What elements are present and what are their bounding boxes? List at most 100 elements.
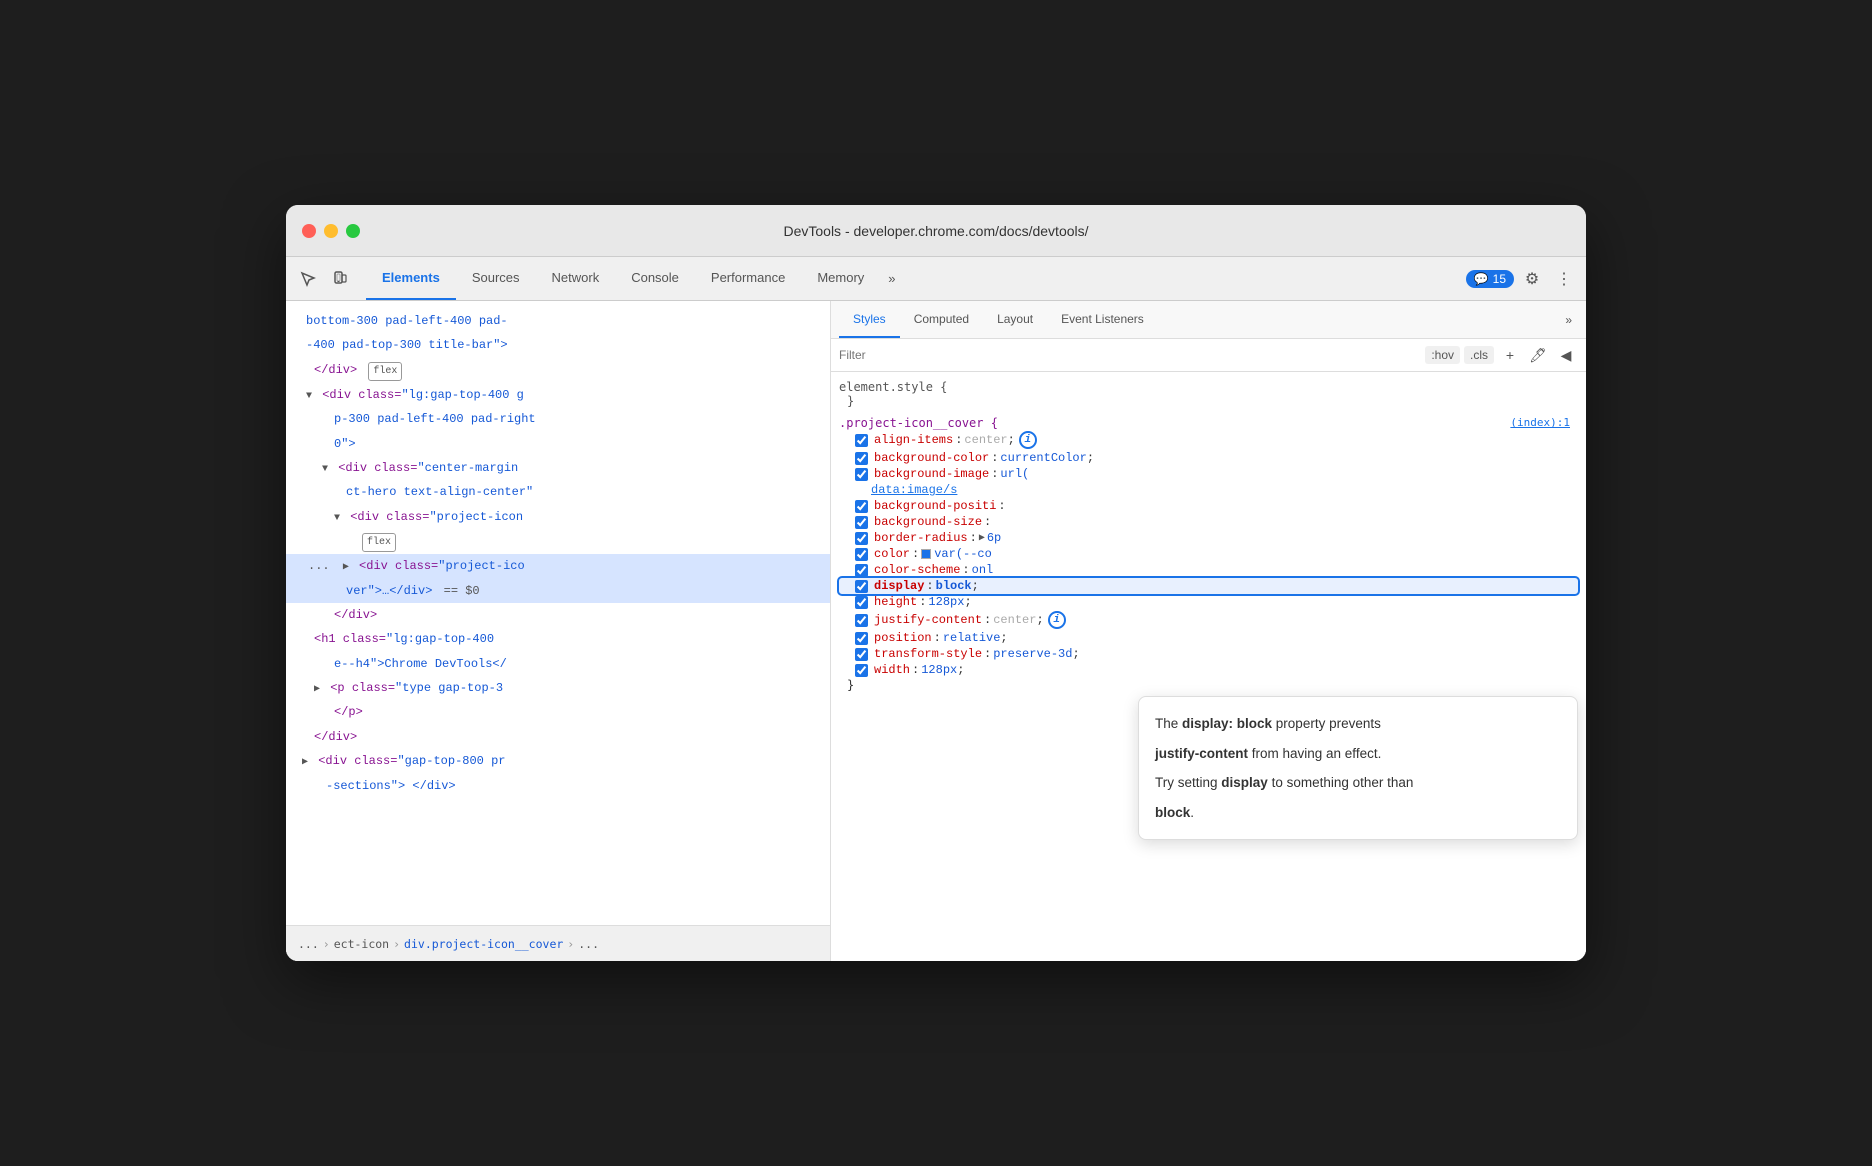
dom-line[interactable]: -sections"> </div> — [286, 774, 830, 798]
close-button[interactable] — [302, 224, 316, 238]
css-prop-position: position : relative ; — [839, 630, 1578, 646]
prop-checkbox-bg-image[interactable] — [855, 468, 868, 481]
info-icon-align-items[interactable]: i — [1019, 431, 1037, 449]
element-picker-icon[interactable] — [294, 265, 322, 293]
minimize-button[interactable] — [324, 224, 338, 238]
prop-checkbox-justify-content[interactable] — [855, 614, 868, 627]
css-prop-background-image: background-image : url( — [839, 466, 1578, 482]
devtools-main: bottom-300 pad-left-400 pad- -400 pad-to… — [286, 301, 1586, 961]
css-prop-color: color : var(--co — [839, 546, 1578, 562]
hov-button[interactable]: :hov — [1425, 346, 1460, 364]
flex-badge[interactable]: flex — [368, 362, 402, 381]
tab-computed[interactable]: Computed — [900, 301, 983, 338]
traffic-lights — [302, 224, 360, 238]
dom-line[interactable]: ct-hero text-align-center" — [286, 480, 830, 504]
tooltip-box: The display: block property prevents jus… — [1138, 696, 1578, 840]
window-title: DevTools - developer.chrome.com/docs/dev… — [783, 223, 1088, 239]
dom-line[interactable]: ▼ <div class="project-icon — [286, 505, 830, 529]
filter-actions: :hov .cls + 🖊 ◀ — [1425, 343, 1578, 367]
prop-checkbox-height[interactable] — [855, 596, 868, 609]
dom-line[interactable]: </p> — [286, 700, 830, 724]
add-style-button[interactable]: + — [1498, 343, 1522, 367]
css-prop-color-scheme: color-scheme : onl — [839, 562, 1578, 578]
prop-checkbox-width[interactable] — [855, 664, 868, 677]
dom-panel: bottom-300 pad-left-400 pad- -400 pad-to… — [286, 301, 831, 961]
dom-line[interactable]: bottom-300 pad-left-400 pad- — [286, 309, 830, 333]
dom-line[interactable]: e--h4">Chrome DevTools</ — [286, 652, 830, 676]
info-icon-justify-content[interactable]: i — [1048, 611, 1066, 629]
toolbar-right: 💬 15 ⚙ ⋮ — [1466, 265, 1578, 293]
filter-bar: :hov .cls + 🖊 ◀ — [831, 339, 1586, 372]
breadcrumb-ect-icon[interactable]: ect-icon — [334, 937, 389, 951]
css-prop-display: display : block ; — [839, 578, 1578, 594]
new-style-sheet-button[interactable]: 🖊 — [1526, 343, 1550, 367]
color-swatch[interactable] — [921, 549, 931, 559]
prop-checkbox-color[interactable] — [855, 548, 868, 561]
project-icon-cover-rule: .project-icon__cover { (index):1 align-i… — [839, 416, 1578, 692]
prop-checkbox-color-scheme[interactable] — [855, 564, 868, 577]
element-style-rule: element.style { } — [839, 380, 1578, 408]
dom-line[interactable]: <h1 class="lg:gap-top-400 — [286, 627, 830, 651]
prop-checkbox-align-items[interactable] — [855, 434, 868, 447]
tab-styles[interactable]: Styles — [839, 301, 900, 338]
dom-tree[interactable]: bottom-300 pad-left-400 pad- -400 pad-to… — [286, 301, 830, 925]
device-toggle-icon[interactable] — [326, 265, 354, 293]
maximize-button[interactable] — [346, 224, 360, 238]
dom-line[interactable]: </div> flex — [286, 358, 830, 383]
dom-line[interactable]: 0"> — [286, 432, 830, 456]
breadcrumb-ellipsis-left[interactable]: ... — [298, 937, 319, 951]
tab-elements[interactable]: Elements — [366, 257, 456, 300]
tab-performance[interactable]: Performance — [695, 257, 801, 300]
notifications-badge[interactable]: 💬 15 — [1466, 270, 1514, 288]
dom-line[interactable]: -400 pad-top-300 title-bar"> — [286, 333, 830, 357]
css-prop-url-cont: data:image/s — [839, 482, 1578, 498]
tab-console[interactable]: Console — [615, 257, 695, 300]
menu-icon[interactable]: ⋮ — [1550, 265, 1578, 293]
flex-badge[interactable]: flex — [362, 533, 396, 552]
prop-checkbox-position[interactable] — [855, 632, 868, 645]
tab-event-listeners[interactable]: Event Listeners — [1047, 301, 1158, 338]
prop-checkbox-border-radius[interactable] — [855, 532, 868, 545]
prop-checkbox-bg-position[interactable] — [855, 500, 868, 513]
breadcrumb: ... › ect-icon › div.project-icon__cover… — [286, 925, 830, 961]
prop-checkbox-bg-color[interactable] — [855, 452, 868, 465]
tab-layout[interactable]: Layout — [983, 301, 1047, 338]
dom-line[interactable]: </div> — [286, 603, 830, 627]
styles-content[interactable]: element.style { } .project-icon__cover {… — [831, 372, 1586, 961]
dom-line[interactable]: </div> — [286, 725, 830, 749]
styles-tabs: Styles Computed Layout Event Listeners » — [831, 301, 1586, 339]
dom-line[interactable]: p-300 pad-left-400 pad-right — [286, 407, 830, 431]
devtools-toolbar: Elements Sources Network Console Perform… — [286, 257, 1586, 301]
tab-network[interactable]: Network — [536, 257, 616, 300]
back-button[interactable]: ◀ — [1554, 343, 1578, 367]
tab-sources[interactable]: Sources — [456, 257, 536, 300]
dom-line[interactable]: ▶ <p class="type gap-top-3 — [286, 676, 830, 700]
breadcrumb-ellipsis-right[interactable]: ... — [578, 937, 599, 951]
tab-memory[interactable]: Memory — [801, 257, 880, 300]
dom-line[interactable]: ▼ <div class="lg:gap-top-400 g — [286, 383, 830, 407]
chat-icon: 💬 — [1474, 272, 1489, 286]
triangle-expand[interactable]: ▶ — [979, 532, 985, 544]
css-prop-width: width : 128px ; — [839, 662, 1578, 678]
settings-icon[interactable]: ⚙ — [1518, 265, 1546, 293]
cls-button[interactable]: .cls — [1464, 346, 1494, 364]
prop-checkbox-transform-style[interactable] — [855, 648, 868, 661]
dom-line[interactable]: ▶ <div class="gap-top-800 pr — [286, 749, 830, 773]
css-prop-height: height : 128px ; — [839, 594, 1578, 610]
css-prop-background-size: background-size : — [839, 514, 1578, 530]
more-tabs-button[interactable]: » — [880, 267, 903, 290]
dom-line-selected-cont[interactable]: ver">…</div> == $0 — [286, 579, 830, 603]
dom-line[interactable]: ▼ <div class="center-margin — [286, 456, 830, 480]
breadcrumb-project-icon-cover[interactable]: div.project-icon__cover — [404, 937, 563, 951]
filter-input[interactable] — [839, 348, 1417, 362]
css-prop-border-radius: border-radius : ▶ 6p — [839, 530, 1578, 546]
css-prop-align-items: align-items : center ; i — [839, 430, 1578, 450]
prop-checkbox-bg-size[interactable] — [855, 516, 868, 529]
css-location[interactable]: (index):1 — [1510, 416, 1570, 429]
prop-checkbox-display[interactable] — [855, 580, 868, 593]
main-tabs: Elements Sources Network Console Perform… — [366, 257, 1466, 300]
css-prop-justify-content: justify-content : center ; i — [839, 610, 1578, 630]
dom-line[interactable]: flex — [286, 529, 830, 554]
dom-line-selected[interactable]: ... ▶ <div class="project-ico — [286, 554, 830, 578]
styles-more-button[interactable]: » — [1559, 309, 1578, 331]
